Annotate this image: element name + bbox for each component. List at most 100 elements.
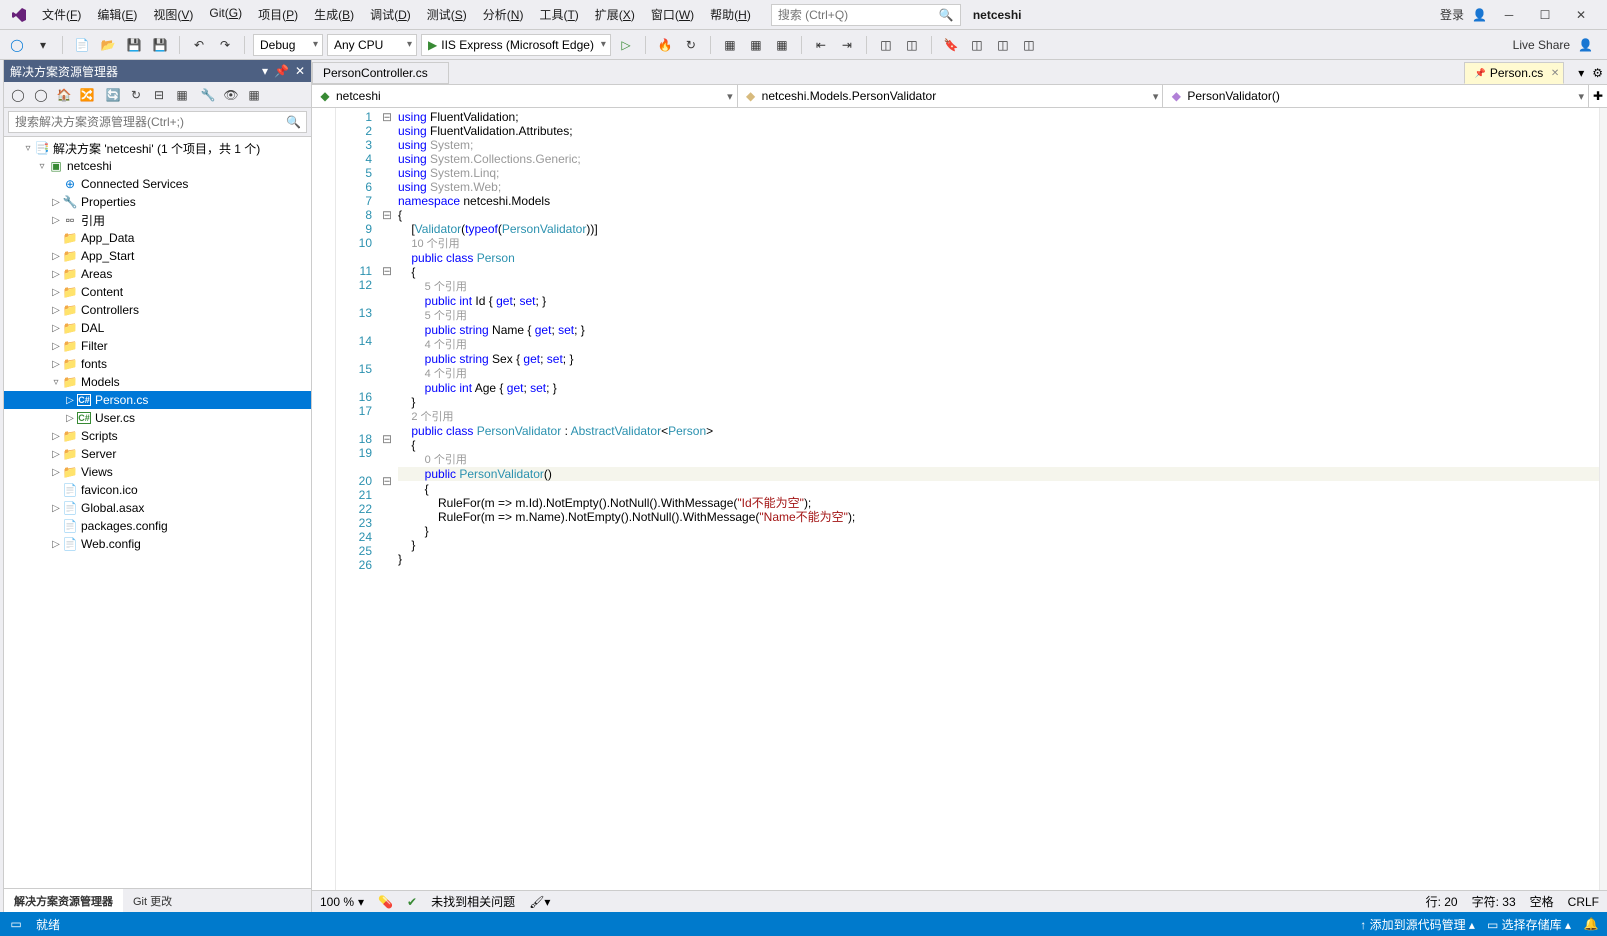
split-editor-button[interactable]: ✚ bbox=[1589, 85, 1607, 107]
bookmark-button[interactable]: 🔖 bbox=[940, 34, 962, 56]
tree-node[interactable]: ▷📁Filter bbox=[4, 337, 311, 355]
fold-gutter[interactable]: ⊟⊟⊟⊟⊟ bbox=[380, 108, 394, 890]
menu-p[interactable]: 项目(P) bbox=[250, 2, 306, 27]
menu-x[interactable]: 扩展(X) bbox=[587, 2, 643, 27]
solution-tree[interactable]: ▿📑解决方案 'netceshi' (1 个项目，共 1 个)▿▣netcesh… bbox=[4, 137, 311, 888]
panel-dropdown-icon[interactable]: ▾ bbox=[262, 64, 268, 78]
line-label[interactable]: 行: 20 bbox=[1426, 893, 1458, 910]
global-search[interactable]: 🔍 bbox=[771, 4, 961, 26]
tree-node[interactable]: ▷📁Views bbox=[4, 463, 311, 481]
tree-node[interactable]: ▷📁fonts bbox=[4, 355, 311, 373]
tree-node[interactable]: ▿▣netceshi bbox=[4, 157, 311, 175]
tb-btn-2[interactable]: ▦ bbox=[745, 34, 767, 56]
maximize-button[interactable]: ☐ bbox=[1531, 4, 1559, 26]
nav-project-combo[interactable]: ◆ netceshi bbox=[312, 85, 738, 107]
brush-icon[interactable]: 🖌▾ bbox=[529, 895, 550, 909]
platform-combo[interactable]: Any CPU bbox=[327, 34, 417, 56]
nav-back-button[interactable]: ◯ bbox=[6, 34, 28, 56]
menu-f[interactable]: 文件(F) bbox=[34, 2, 89, 27]
tree-node[interactable]: ▷📁Areas bbox=[4, 265, 311, 283]
tree-node[interactable]: ▷📄Global.asax bbox=[4, 499, 311, 517]
tree-node[interactable]: ▷▫▫引用 bbox=[4, 211, 311, 229]
nav-member-combo[interactable]: ◆ PersonValidator() bbox=[1163, 85, 1589, 107]
tab-settings-icon[interactable]: ⚙ bbox=[1588, 62, 1607, 84]
se-properties-button[interactable]: 🔧 bbox=[198, 85, 218, 105]
menu-b[interactable]: 生成(B) bbox=[306, 2, 362, 27]
save-all-button[interactable]: 💾 bbox=[149, 34, 171, 56]
tree-node[interactable]: ⊕Connected Services bbox=[4, 175, 311, 193]
code-editor[interactable]: using FluentValidation;using FluentValid… bbox=[394, 108, 1599, 890]
tree-node[interactable]: ▷C#User.cs bbox=[4, 409, 311, 427]
solution-explorer-search[interactable] bbox=[8, 111, 307, 133]
col-label[interactable]: 字符: 33 bbox=[1472, 893, 1516, 910]
tree-node[interactable]: ▷📁Server bbox=[4, 445, 311, 463]
tree-node[interactable]: ▷📁DAL bbox=[4, 319, 311, 337]
tree-node[interactable]: 📁App_Data bbox=[4, 229, 311, 247]
run-button[interactable]: ▶IIS Express (Microsoft Edge) bbox=[421, 34, 611, 56]
se-back-button[interactable]: ◯ bbox=[8, 85, 28, 105]
tree-node[interactable]: ▷C#Person.cs bbox=[4, 391, 311, 409]
se-fwd-button[interactable]: ◯ bbox=[31, 85, 51, 105]
tb-btn-1[interactable]: ▦ bbox=[719, 34, 741, 56]
config-combo[interactable]: Debug bbox=[253, 34, 323, 56]
panel-pin-icon[interactable]: 📌 bbox=[274, 64, 289, 78]
tree-node[interactable]: ▷🔧Properties bbox=[4, 193, 311, 211]
tab-git-changes[interactable]: Git 更改 bbox=[123, 889, 182, 912]
menu-v[interactable]: 视图(V) bbox=[145, 2, 201, 27]
se-switch-view-button[interactable]: 🔀 bbox=[77, 85, 97, 105]
new-project-button[interactable]: 📄 bbox=[71, 34, 93, 56]
tab-solution-explorer[interactable]: 解决方案资源管理器 bbox=[4, 889, 123, 912]
repo-select-button[interactable]: ▭ 选择存储库 ▴ bbox=[1487, 916, 1571, 933]
se-showall-button[interactable]: ▦ bbox=[172, 85, 192, 105]
indent-label[interactable]: 空格 bbox=[1530, 893, 1554, 910]
close-icon[interactable]: ✕ bbox=[1551, 68, 1559, 79]
minimize-button[interactable]: ─ bbox=[1495, 4, 1523, 26]
tree-node[interactable]: ▷📁Controllers bbox=[4, 301, 311, 319]
notifications-icon[interactable]: 🔔 bbox=[1583, 916, 1599, 932]
se-refresh-button[interactable]: ↻ bbox=[126, 85, 146, 105]
redo-button[interactable]: ↷ bbox=[214, 34, 236, 56]
tab-person-cs[interactable]: Person.cs✕ bbox=[1464, 62, 1565, 84]
issues-label[interactable]: 未找到相关问题 bbox=[431, 893, 515, 910]
tree-node[interactable]: ▷📁Content bbox=[4, 283, 311, 301]
undo-button[interactable]: ↶ bbox=[188, 34, 210, 56]
panel-close-icon[interactable]: ✕ bbox=[295, 64, 305, 78]
nav-class-combo[interactable]: ◆ netceshi.Models.PersonValidator bbox=[738, 85, 1164, 107]
user-icon[interactable]: 👤 bbox=[1472, 8, 1487, 22]
open-button[interactable]: 📂 bbox=[97, 34, 119, 56]
tree-node[interactable]: ▷📁App_Start bbox=[4, 247, 311, 265]
se-tb-last[interactable]: ▦ bbox=[244, 85, 264, 105]
se-preview-button[interactable]: 👁 bbox=[221, 85, 241, 105]
scm-add-button[interactable]: ↑ 添加到源代码管理 ▴ bbox=[1360, 916, 1475, 933]
menu-g[interactable]: Git(G) bbox=[201, 2, 250, 27]
menu-t[interactable]: 工具(T) bbox=[531, 2, 586, 27]
tree-node[interactable]: ▿📁Models bbox=[4, 373, 311, 391]
breakpoint-gutter[interactable] bbox=[312, 108, 336, 890]
eol-label[interactable]: CRLF bbox=[1568, 895, 1599, 909]
menu-s[interactable]: 测试(S) bbox=[419, 2, 475, 27]
se-home-button[interactable]: 🏠 bbox=[54, 85, 74, 105]
start-without-debug-button[interactable]: ▷ bbox=[615, 34, 637, 56]
save-button[interactable]: 💾 bbox=[123, 34, 145, 56]
tree-node[interactable]: ▷📄Web.config bbox=[4, 535, 311, 553]
health-indicator-icon[interactable]: 💊 bbox=[378, 895, 393, 909]
se-sync-button[interactable]: 🔄 bbox=[103, 85, 123, 105]
menu-n[interactable]: 分析(N) bbox=[475, 2, 532, 27]
tree-node[interactable]: 📄packages.config bbox=[4, 517, 311, 535]
tab-dropdown-icon[interactable]: ▾ bbox=[1574, 62, 1588, 84]
sign-in-link[interactable]: 登录 bbox=[1440, 6, 1464, 23]
menu-w[interactable]: 窗口(W) bbox=[643, 2, 702, 27]
tree-node[interactable]: ▷📁Scripts bbox=[4, 427, 311, 445]
feedback-icon[interactable]: 👤 bbox=[1578, 38, 1593, 52]
tb-btn-3[interactable]: ▦ bbox=[771, 34, 793, 56]
menu-d[interactable]: 调试(D) bbox=[362, 2, 419, 27]
tree-node[interactable]: ▿📑解决方案 'netceshi' (1 个项目，共 1 个) bbox=[4, 139, 311, 157]
zoom-combo[interactable]: 100 %▾ bbox=[320, 895, 364, 909]
tree-node[interactable]: 📄favicon.ico bbox=[4, 481, 311, 499]
close-button[interactable]: ✕ bbox=[1567, 4, 1595, 26]
menu-e[interactable]: 编辑(E) bbox=[89, 2, 145, 27]
global-search-input[interactable] bbox=[778, 8, 939, 22]
overview-ruler[interactable] bbox=[1599, 108, 1607, 890]
tab-person-controller[interactable]: PersonController.cs bbox=[312, 62, 449, 84]
menu-h[interactable]: 帮助(H) bbox=[702, 2, 759, 27]
